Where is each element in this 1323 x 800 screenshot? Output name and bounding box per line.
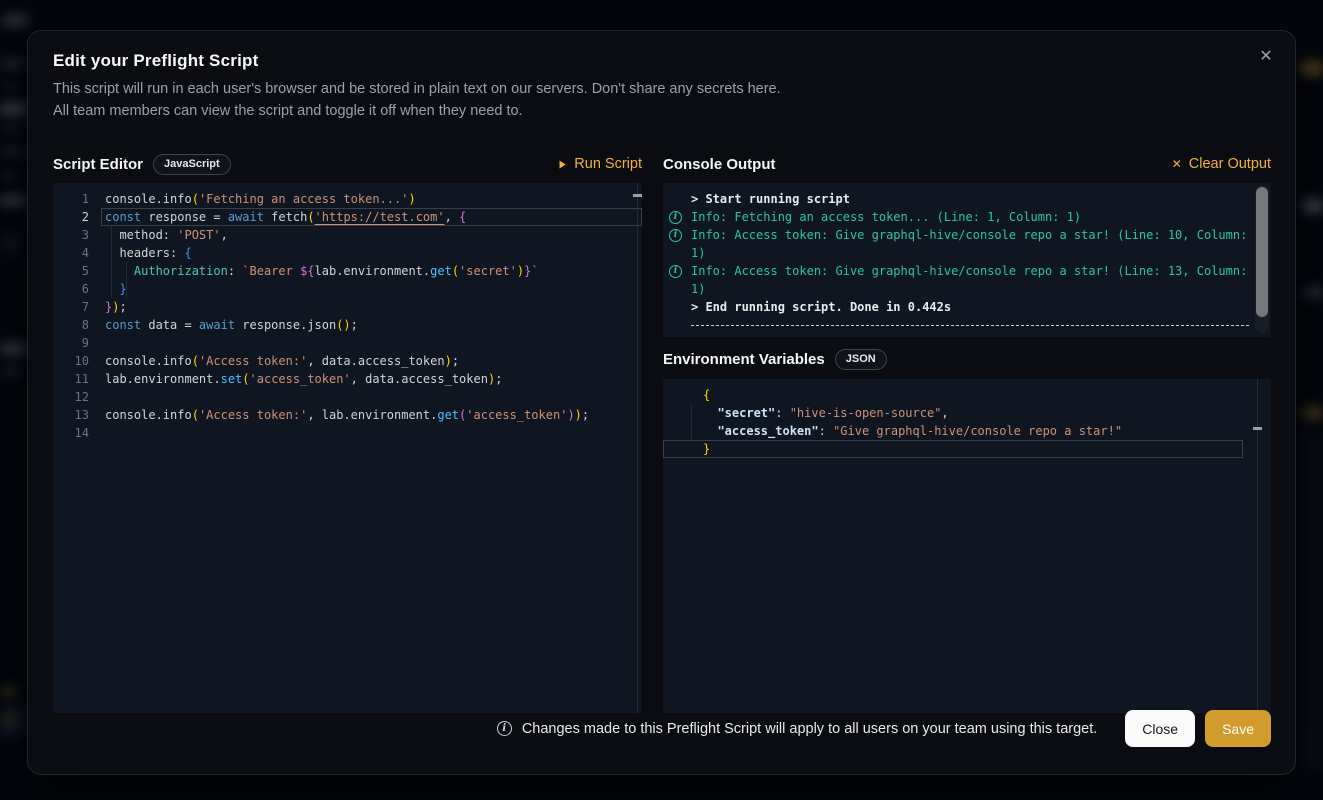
line-number: 7	[53, 298, 89, 316]
info-icon: i	[669, 265, 682, 278]
code-line: 1console.info('Fetching an access token.…	[53, 190, 642, 208]
line-number: 12	[53, 388, 89, 406]
cursor-position-mark	[1253, 427, 1262, 430]
footer-notice-text: Changes made to this Preflight Script wi…	[522, 721, 1097, 737]
environment-variables-section: Environment Variables JSON	[663, 339, 1271, 379]
line-number: 13	[53, 406, 89, 424]
description-line-2: All team members can view the script and…	[53, 103, 523, 119]
line-number: 14	[53, 424, 89, 442]
code-line: 4 headers: {	[53, 244, 642, 262]
line-number: 8	[53, 316, 89, 334]
environment-variables-editor[interactable]: { "secret": "hive-is-open-source", "acce…	[663, 379, 1271, 713]
console-line: iInfo: Fetching an access token... (Line…	[663, 208, 1253, 226]
code-line: 8const data = await response.json();	[53, 316, 642, 334]
line-number: 1	[53, 190, 89, 208]
indent-guide	[126, 262, 127, 298]
modal-description: This script will run in each user's brow…	[53, 78, 1270, 122]
close-button[interactable]: Close	[1125, 710, 1195, 747]
env-code-line: {	[663, 386, 1257, 404]
console-line: > Start running script	[663, 190, 1253, 208]
script-editor-heading: Script Editor	[53, 156, 143, 173]
description-line-1: This script will run in each user's brow…	[53, 81, 781, 97]
script-editor-section: Script Editor JavaScript Run Script 1con…	[53, 145, 642, 713]
code-line: 7});	[53, 298, 642, 316]
line-number: 9	[53, 334, 89, 352]
modal-title: Edit your Preflight Script	[53, 51, 1270, 71]
run-script-button[interactable]: Run Script	[557, 156, 642, 172]
code-line: 14	[53, 424, 642, 442]
json-badge: JSON	[835, 349, 887, 370]
clear-output-button[interactable]: ✕ Clear Output	[1172, 156, 1271, 172]
line-number: 10	[53, 352, 89, 370]
code-line: 10console.info('Access token:', data.acc…	[53, 352, 642, 370]
env-code-line: "secret": "hive-is-open-source",	[663, 404, 1257, 422]
console-line: > End running script. Done in 0.442s	[663, 298, 1253, 316]
script-code-editor[interactable]: 1console.info('Fetching an access token.…	[53, 183, 642, 713]
footer-notice: i Changes made to this Preflight Script …	[497, 721, 1097, 737]
code-line: 3 method: 'POST',	[53, 226, 642, 244]
line-number: 5	[53, 262, 89, 280]
code-line: 12	[53, 388, 642, 406]
console-separator	[691, 325, 1249, 326]
console-scrollbar-thumb[interactable]	[1256, 187, 1268, 317]
console-output-heading: Console Output	[663, 156, 776, 173]
indent-guide	[691, 404, 692, 440]
indent-guide	[111, 226, 112, 298]
save-button[interactable]: Save	[1205, 710, 1271, 747]
play-icon	[557, 159, 567, 170]
run-script-label: Run Script	[574, 156, 642, 172]
environment-variables-heading: Environment Variables	[663, 351, 825, 368]
line-number: 11	[53, 370, 89, 388]
close-icon[interactable]: ✕	[1253, 43, 1279, 69]
code-line: 2const response = await fetch('https://t…	[53, 208, 642, 226]
overview-ruler	[637, 183, 638, 713]
line-number: 4	[53, 244, 89, 262]
code-line: 11lab.environment.set('access_token', da…	[53, 370, 642, 388]
code-line: 6 }	[53, 280, 642, 298]
line-number: 3	[53, 226, 89, 244]
console-scrollbar	[1255, 185, 1269, 333]
preflight-script-modal: ✕ Edit your Preflight Script This script…	[27, 30, 1296, 775]
env-code-line: }	[663, 440, 1257, 458]
console-line: iInfo: Access token: Give graphql-hive/c…	[663, 262, 1253, 298]
info-icon: i	[497, 721, 512, 736]
console-output-panel[interactable]: > Start running scriptiInfo: Fetching an…	[663, 183, 1271, 337]
line-number: 6	[53, 280, 89, 298]
console-line: iInfo: Access token: Give graphql-hive/c…	[663, 226, 1253, 262]
clear-icon: ✕	[1172, 157, 1182, 171]
info-icon: i	[669, 211, 682, 224]
info-icon: i	[669, 229, 682, 242]
line-number: 2	[53, 208, 89, 226]
env-code-line: "access_token": "Give graphql-hive/conso…	[663, 422, 1257, 440]
clear-output-label: Clear Output	[1189, 156, 1271, 172]
code-line: 9	[53, 334, 642, 352]
language-badge: JavaScript	[153, 154, 231, 175]
console-output-section: Console Output ✕ Clear Output	[663, 145, 1271, 183]
code-line: 5 Authorization: `Bearer ${lab.environme…	[53, 262, 642, 280]
cursor-position-mark	[633, 194, 642, 197]
code-line: 13console.info('Access token:', lab.envi…	[53, 406, 642, 424]
